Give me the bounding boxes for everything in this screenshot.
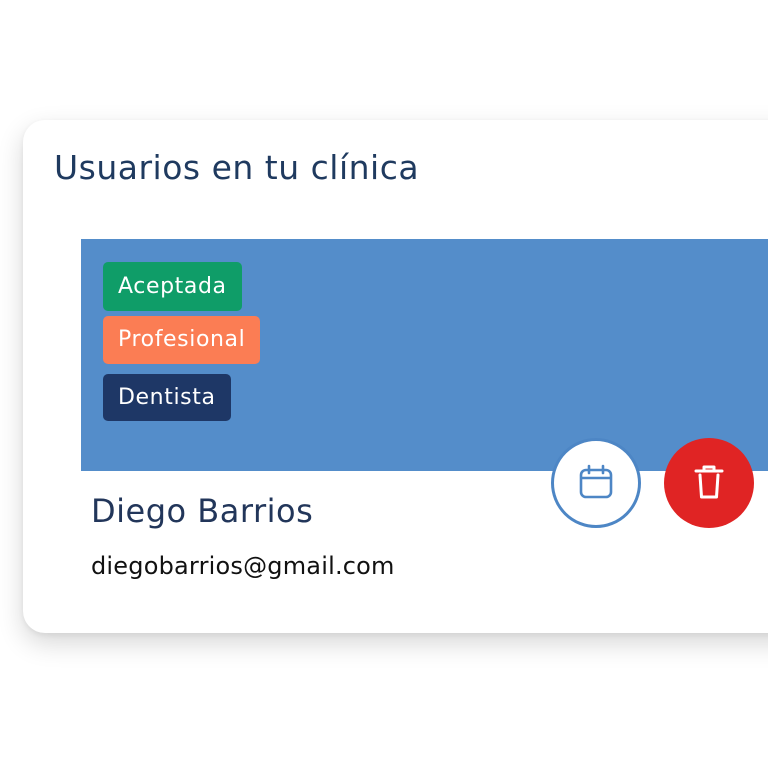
calendar-icon — [578, 464, 614, 503]
calendar-button[interactable] — [551, 438, 641, 528]
specialty-badge: Dentista — [103, 374, 231, 421]
delete-user-button[interactable] — [664, 438, 754, 528]
trash-icon — [691, 463, 727, 504]
status-badge: Aceptada — [103, 262, 242, 311]
user-name: Diego Barrios — [91, 492, 314, 530]
user-email: diegobarrios@gmail.com — [91, 552, 395, 580]
section-title: Usuarios en tu clínica — [54, 148, 420, 187]
role-badge: Profesional — [103, 316, 261, 364]
screen: Usuarios en tu clínica Aceptada Profesio… — [0, 0, 768, 768]
